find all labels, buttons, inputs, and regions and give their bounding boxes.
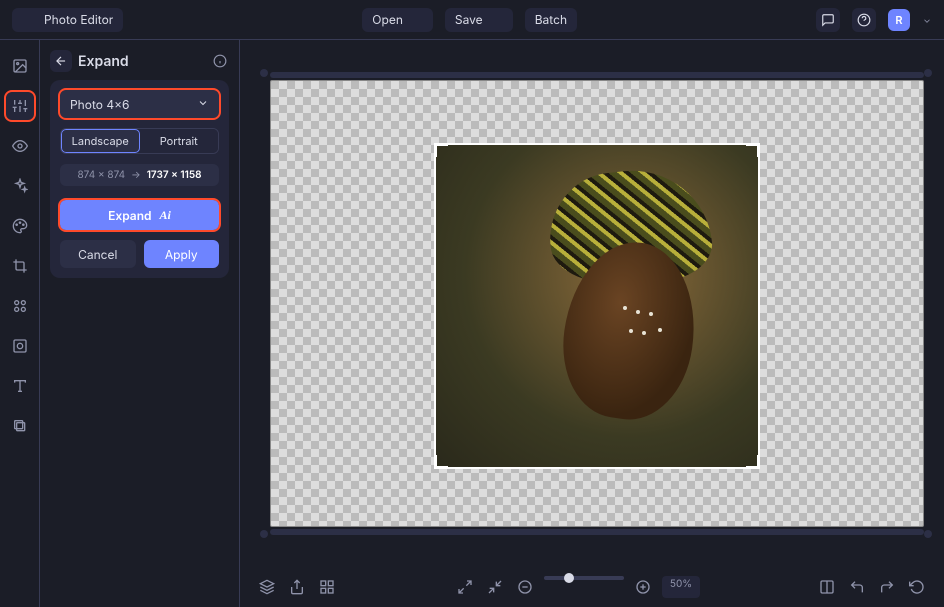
back-button[interactable]	[50, 50, 72, 72]
photo-crop-region[interactable]	[434, 143, 760, 469]
cancel-button[interactable]: Cancel	[60, 240, 136, 268]
preset-select[interactable]: Photo 4x6	[60, 90, 219, 118]
app-title: Photo Editor	[44, 12, 113, 27]
side-panel: Expand Photo 4x6 Landscape Portrait 874 …	[40, 40, 240, 607]
crop-handle-bl[interactable]	[434, 455, 448, 469]
crop-handle-tl[interactable]	[434, 143, 448, 157]
ai-badge: Ai	[160, 208, 171, 223]
orientation-portrait[interactable]: Portrait	[140, 129, 219, 153]
batch-button[interactable]: Batch	[525, 8, 577, 32]
save-button[interactable]: Save	[445, 8, 513, 32]
people-tool[interactable]	[6, 292, 34, 320]
scrollbar-handle[interactable]	[924, 69, 932, 77]
help-button[interactable]	[852, 8, 876, 32]
undo-icon[interactable]	[846, 576, 868, 598]
chevron-down-icon	[197, 97, 209, 112]
info-icon[interactable]	[211, 52, 229, 70]
avatar[interactable]: R	[888, 9, 910, 31]
dimensions-from: 874 × 874	[77, 169, 125, 181]
canvas[interactable]	[270, 80, 924, 527]
chevron-down-icon	[493, 12, 503, 27]
image-tool[interactable]	[6, 52, 34, 80]
dimensions-readout: 874 × 874 → 1737 × 1158	[60, 164, 219, 186]
text-tool[interactable]	[6, 372, 34, 400]
redo-icon[interactable]	[876, 576, 898, 598]
tool-sidebar	[0, 40, 40, 607]
panel-title: Expand	[78, 53, 129, 70]
canvas-area	[240, 40, 944, 567]
scrollbar-handle[interactable]	[924, 530, 932, 538]
bottom-bar: 50%	[240, 567, 944, 607]
zoom-value: 50%	[662, 576, 700, 598]
apply-button[interactable]: Apply	[144, 240, 220, 268]
face-paint-dots	[623, 306, 687, 345]
arrow-right-icon: →	[131, 169, 141, 181]
sliders-tool[interactable]	[6, 92, 34, 120]
comments-button[interactable]	[816, 8, 840, 32]
zoom-in-icon[interactable]	[632, 576, 654, 598]
scrollbar-handle[interactable]	[260, 530, 268, 538]
canvas-scrollbar-bottom[interactable]	[270, 529, 924, 535]
crop-handle-br[interactable]	[746, 455, 760, 469]
fit-icon[interactable]	[484, 576, 506, 598]
zoom-out-icon[interactable]	[514, 576, 536, 598]
grid-icon[interactable]	[316, 576, 338, 598]
fullscreen-icon[interactable]	[454, 576, 476, 598]
history-icon[interactable]	[906, 576, 928, 598]
orientation-landscape[interactable]: Landscape	[61, 129, 140, 153]
crop-tool[interactable]	[6, 252, 34, 280]
sparkle-tool[interactable]	[6, 172, 34, 200]
orientation-segment: Landscape Portrait	[60, 128, 219, 154]
app-title-chip: Photo Editor	[12, 8, 123, 32]
palette-tool[interactable]	[6, 212, 34, 240]
layers-icon[interactable]	[256, 576, 278, 598]
scrollbar-handle[interactable]	[260, 69, 268, 77]
eye-tool[interactable]	[6, 132, 34, 160]
dimensions-to: 1737 × 1158	[147, 169, 202, 181]
zoom-slider-thumb[interactable]	[564, 573, 574, 583]
chevron-down-icon[interactable]	[922, 10, 932, 30]
layers-tool[interactable]	[6, 412, 34, 440]
crop-handle-tr[interactable]	[746, 143, 760, 157]
zoom-slider[interactable]	[544, 576, 624, 580]
expand-button[interactable]: Expand Ai	[60, 200, 219, 230]
hamburger-icon[interactable]	[22, 11, 36, 28]
focus-tool[interactable]	[6, 332, 34, 360]
preset-label: Photo 4x6	[70, 97, 129, 112]
canvas-scrollbar-top[interactable]	[270, 72, 924, 78]
open-button[interactable]: Open	[362, 8, 433, 32]
share-icon[interactable]	[286, 576, 308, 598]
chevron-down-icon	[413, 12, 423, 27]
compare-icon[interactable]	[816, 576, 838, 598]
